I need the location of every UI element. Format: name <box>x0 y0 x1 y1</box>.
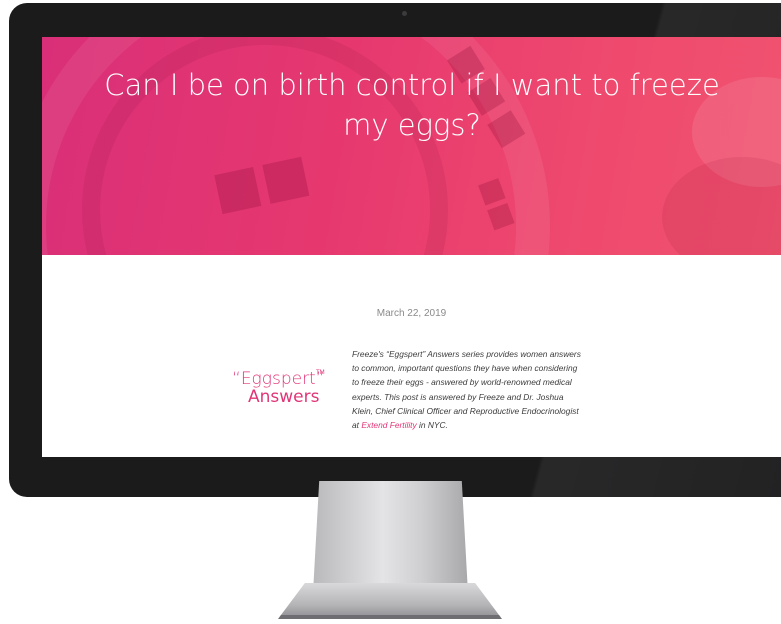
logo-open-quote: “ <box>232 369 241 389</box>
logo-eggspert-text: Eggspert <box>240 369 316 389</box>
article-intro: Freeze's “Eggspert” Answers series provi… <box>352 347 582 432</box>
intro-text-end: in NYC. <box>416 420 448 431</box>
camera-icon <box>402 11 407 16</box>
article-title: Can I be on birth control if I want to f… <box>104 68 720 142</box>
monitor-stand-neck <box>313 481 468 593</box>
hero-banner: ■■ ■■■ ■■ Can I be on birth control if I… <box>42 37 781 255</box>
logo-word-answers: Answers <box>248 387 320 407</box>
browser-screen: ■■ ■■■ ■■ Can I be on birth control if I… <box>42 37 781 457</box>
eggspert-answers-logo: “Eggspert” TM Answers <box>228 367 338 415</box>
hero-background-pill-shadow <box>662 157 781 255</box>
extend-fertility-link[interactable]: Extend Fertility <box>361 420 416 430</box>
intro-text: Freeze's “Eggspert” Answers series provi… <box>352 349 581 431</box>
logo-trademark: TM <box>316 370 325 376</box>
article-date: March 22, 2019 <box>376 308 447 319</box>
logo-word-eggspert: “Eggspert” <box>232 369 325 389</box>
monitor-stand-base <box>278 583 502 619</box>
